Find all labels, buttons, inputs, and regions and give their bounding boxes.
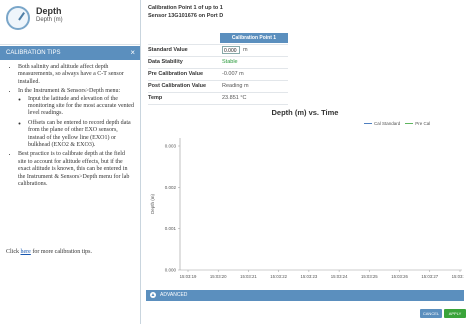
calibration-point-heading: Calibration Point 1 of up to 1 xyxy=(148,5,223,11)
more-tips: Click here for more calibration tips. xyxy=(6,249,92,255)
x-tick-label: 15:03:21 xyxy=(240,274,257,279)
footer: CANCEL APPLY xyxy=(146,304,466,324)
tips-title: CALIBRATION TIPS xyxy=(6,50,61,56)
tab-calibration-point-1[interactable]: Calibration Point 1 xyxy=(220,33,288,43)
x-tick-label: 15:03:22 xyxy=(270,274,287,279)
x-tick-label: 15:03:26 xyxy=(391,274,408,279)
x-tick-label: 15:03:24 xyxy=(331,274,348,279)
post-calibration-value: Reading m xyxy=(222,83,249,89)
advanced-label: ADVANCED xyxy=(160,292,188,298)
x-tick-label: 15:03:25 xyxy=(361,274,378,279)
tip-item: In the Instrument & Sensors>Depth menu: … xyxy=(18,88,134,149)
y-tick-label: 0.002 xyxy=(165,185,177,190)
sensor-header: Depth Depth (m) xyxy=(0,0,140,45)
more-prefix: Click xyxy=(6,249,21,255)
y-tick-label: 0.000 xyxy=(165,268,177,273)
gauge-icon xyxy=(6,6,30,30)
advanced-toggle[interactable]: ▲ ADVANCED xyxy=(146,290,464,301)
x-tick-label: 15:03:20 xyxy=(210,274,227,279)
standard-value-unit: m xyxy=(243,47,248,53)
tips-list: Both salinity and altitude affect depth … xyxy=(6,64,134,191)
standard-value-row: Standard Value 0.000 m xyxy=(148,45,288,57)
sensor-name: Depth xyxy=(36,6,62,16)
chart-plot: 0.003 0.002 0.001 0.000 Depth (m) 15:03:19 15:… xyxy=(150,138,464,279)
pre-calibration-row: Pre Calibration Value -0.007 m xyxy=(148,69,288,81)
data-stability-row: Data Stability Stable xyxy=(148,57,288,69)
calibration-values-table: Standard Value 0.000 m Data Stability St… xyxy=(148,44,288,105)
tip-subitem: Offsets can be entered to record depth d… xyxy=(28,120,134,150)
calibration-tips-panel: Depth Depth (m) CALIBRATION TIPS × Both … xyxy=(0,0,141,324)
data-stability-label: Data Stability xyxy=(148,59,183,65)
pre-calibration-label: Pre Calibration Value xyxy=(148,71,204,77)
temp-value: 23.851 °C xyxy=(222,95,247,101)
x-tick-label: 15:03:23 xyxy=(301,274,318,279)
tip-item: Best practice is to calibrate depth at t… xyxy=(18,151,134,188)
apply-button[interactable]: APPLY xyxy=(444,309,466,318)
standard-value-label: Standard Value xyxy=(148,47,188,53)
x-tick-label: 15:03:27 xyxy=(421,274,438,279)
tips-header: CALIBRATION TIPS × xyxy=(0,46,140,60)
depth-chart: Depth (m) vs. Time Cal Standard Pre Cal … xyxy=(146,108,464,286)
tip-subitem: Input the latitude and elevation of the … xyxy=(28,96,134,118)
tip-item-text: In the Instrument & Sensors>Depth menu: xyxy=(18,88,121,95)
chevron-up-icon: ▲ xyxy=(150,292,156,298)
sensor-port-heading: Sensor 13G101676 on Port D xyxy=(148,13,224,19)
more-tips-link[interactable]: here xyxy=(21,249,31,255)
temp-label: Temp xyxy=(148,95,163,101)
y-tick-label: 0.003 xyxy=(165,144,177,149)
x-tick-label: 15:03:19 xyxy=(180,274,197,279)
x-tick-label: 15:03:28 xyxy=(452,274,464,279)
post-calibration-row: Post Calibration Value Reading m xyxy=(148,81,288,93)
more-suffix: for more calibration tips. xyxy=(30,249,92,255)
y-axis-label: Depth (m) xyxy=(150,194,155,215)
close-icon[interactable]: × xyxy=(130,46,135,60)
data-stability-value: Stable xyxy=(222,59,238,65)
tip-item: Both salinity and altitude affect depth … xyxy=(18,64,134,86)
cancel-button[interactable]: CANCEL xyxy=(420,309,442,318)
y-tick-label: 0.001 xyxy=(165,226,177,231)
temp-row: Temp 23.851 °C xyxy=(148,93,288,105)
standard-value-input[interactable]: 0.000 xyxy=(222,46,240,54)
post-calibration-label: Post Calibration Value xyxy=(148,83,207,89)
sensor-unit: Depth (m) xyxy=(36,17,63,23)
pre-calibration-value: -0.007 m xyxy=(222,71,244,77)
